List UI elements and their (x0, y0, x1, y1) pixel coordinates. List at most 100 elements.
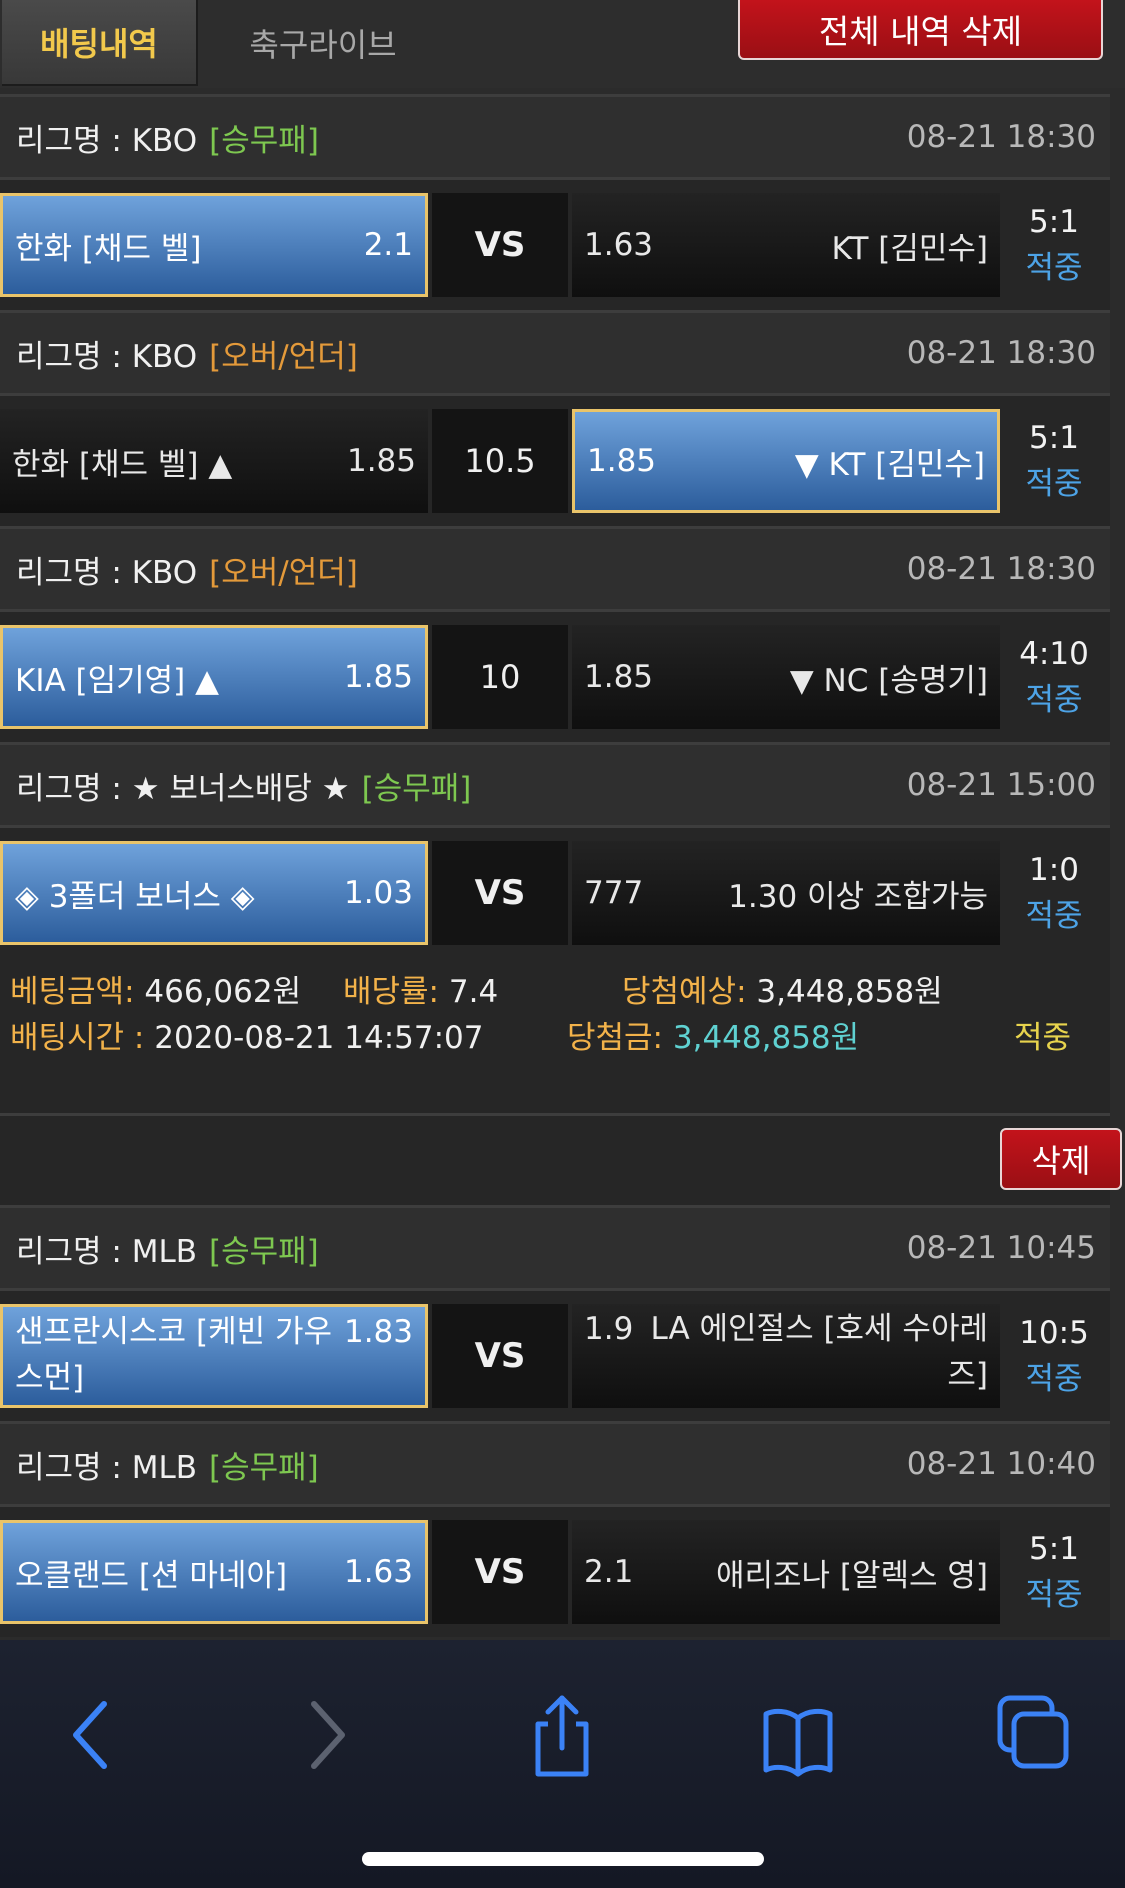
bet-summary: 베팅금액: 466,062원 배당률: 7.4 당첨예상: 3,448,858원… (0, 958, 1110, 1113)
home-team-line1: 샌프란시스코 [케빈 가우 (15, 1314, 333, 1350)
score: 5:1 (1029, 420, 1079, 456)
away-team-line2: 즈] (947, 1357, 988, 1393)
bet-type: [승무패] (209, 1449, 319, 1486)
score: 4:10 (1019, 636, 1089, 672)
result: 5:1 적중 (1000, 199, 1108, 291)
bet-amount-value: 466,062원 (144, 974, 302, 1010)
home-odds: 1.83 (343, 1314, 413, 1350)
away-pick[interactable]: 1.85 ▼ KT [김민수] (572, 409, 1000, 513)
away-team: ▼ NC [송명기] (789, 662, 988, 699)
match-row: KIA [임기영] ▲ 1.85 10 1.85 ▼ NC [송명기] 4:10… (0, 612, 1110, 742)
home-pick[interactable]: KIA [임기영] ▲ 1.85 (0, 625, 428, 729)
vs-label: VS (432, 193, 568, 297)
league-name: 리그명 : ★ 보너스배당 ★ (16, 770, 350, 807)
bookmarks-icon[interactable] (758, 1690, 838, 1780)
match-time: 08-21 15:00 (906, 767, 1096, 803)
result-status: 적중 (1025, 1577, 1083, 1613)
score: 10:5 (1019, 1315, 1089, 1351)
home-team: KIA [임기영] ▲ (15, 662, 219, 699)
match-time: 08-21 18:30 (906, 119, 1096, 155)
forward-icon[interactable] (286, 1690, 366, 1780)
top-bar: 배팅내역 축구라이브 전체 내역 삭제 (0, 0, 1125, 88)
home-pick[interactable]: 오클랜드 [션 마네아] 1.63 (0, 1520, 428, 1624)
bet-type: [승무패] (361, 770, 472, 807)
league-header: 리그명 : KBO [오버/언더] 08-21 18:30 (0, 310, 1110, 396)
away-team-line1: LA 에인절스 [호세 수아레 (650, 1311, 988, 1347)
away-pick[interactable]: 2.1 애리조나 [알렉스 영] (572, 1520, 1000, 1624)
share-icon[interactable] (522, 1690, 602, 1780)
handicap-line: 10.5 (432, 409, 568, 513)
slip-status: 적중 (1014, 1020, 1072, 1056)
bet-time: 배팅시간 : 2020-08-21 14:57:07 (10, 1012, 484, 1057)
browser-toolbar (0, 1640, 1125, 1888)
league-name: 리그명 : MLB (16, 1233, 197, 1270)
tab-soccer-live[interactable]: 축구라이브 (218, 0, 428, 86)
home-pick[interactable]: ◈ 3폴더 보너스 ◈ 1.03 (0, 841, 428, 945)
home-pick[interactable]: 샌프란시스코 [케빈 가우 스먼] 1.83 (0, 1304, 428, 1408)
away-pick[interactable]: 1.9 LA 에인절스 [호세 수아레 즈] (572, 1304, 1000, 1408)
win-value: 3,448,858원 (672, 1020, 860, 1056)
expected-value: 3,448,858원 (756, 974, 943, 1010)
league-header: 리그명 : MLB [승무패] 08-21 10:40 (0, 1421, 1110, 1507)
delete-row: 삭제 (0, 1113, 1122, 1205)
expected-win: 당첨예상: 3,448,858원 (622, 966, 943, 1011)
bet-amount-label: 베팅금액: (10, 974, 135, 1010)
result: 5:1 적중 (1000, 1526, 1108, 1618)
delete-button[interactable]: 삭제 (1000, 1128, 1122, 1190)
rate-label: 배당률: (343, 974, 440, 1010)
away-pick[interactable]: 777 1.30 이상 조합가능 (572, 841, 1000, 945)
tab-betting-history[interactable]: 배팅내역 (2, 0, 198, 86)
home-team: 한화 [채드 벨] ▲ (12, 446, 233, 483)
away-odds: 1.63 (584, 227, 654, 263)
score: 5:1 (1029, 204, 1079, 240)
odds-rate: 배당률: 7.4 (343, 966, 498, 1011)
bet-time-label: 배팅시간 : (10, 1020, 145, 1056)
home-odds: 1.85 (346, 443, 416, 479)
home-team-line2: 스먼] (15, 1360, 85, 1396)
match-row: 오클랜드 [션 마네아] 1.63 VS 2.1 애리조나 [알렉스 영] 5:… (0, 1507, 1110, 1637)
league-header: 리그명 : KBO [오버/언더] 08-21 18:30 (0, 526, 1110, 612)
match-time: 08-21 18:30 (906, 551, 1096, 587)
score: 1:0 (1029, 852, 1079, 888)
vs-label: VS (432, 1304, 568, 1408)
vs-label: VS (432, 841, 568, 945)
result: 4:10 적중 (1000, 631, 1108, 723)
league-header: 리그명 : MLB [승무패] 08-21 10:45 (0, 1205, 1110, 1291)
win-label: 당첨금: (567, 1020, 664, 1056)
home-team: ◈ 3폴더 보너스 ◈ (15, 878, 255, 915)
result-status: 적중 (1025, 250, 1083, 286)
bet-type: [오버/언더] (209, 554, 358, 591)
back-icon[interactable] (52, 1690, 132, 1780)
handicap-line: 10 (432, 625, 568, 729)
away-odds: 2.1 (584, 1554, 634, 1590)
result-status: 적중 (1025, 466, 1083, 502)
home-odds: 1.85 (343, 659, 413, 695)
home-pick[interactable]: 한화 [채드 벨] 2.1 (0, 193, 428, 297)
away-team: LA 에인절스 [호세 수아레 즈] (650, 1306, 988, 1398)
result: 1:0 적중 (1000, 847, 1108, 939)
delete-all-button[interactable]: 전체 내역 삭제 (738, 0, 1103, 60)
league-name: 리그명 : KBO (16, 338, 198, 375)
match-row: 샌프란시스코 [케빈 가우 스먼] 1.83 VS 1.9 LA 에인절스 [호… (0, 1291, 1110, 1421)
home-odds: 2.1 (363, 227, 413, 263)
expected-label: 당첨예상: (622, 974, 747, 1010)
home-team: 샌프란시스코 [케빈 가우 스먼] (15, 1309, 332, 1401)
home-odds: 1.63 (343, 1554, 413, 1590)
tabs-icon[interactable] (994, 1690, 1074, 1780)
result-status: 적중 (1025, 682, 1083, 718)
match-time: 08-21 18:30 (906, 335, 1096, 371)
match-row: 한화 [채드 벨] ▲ 1.85 10.5 1.85 ▼ KT [김민수] 5:… (0, 396, 1110, 526)
home-indicator[interactable] (362, 1852, 764, 1866)
league-name: 리그명 : KBO (16, 122, 198, 159)
rate-value: 7.4 (448, 974, 499, 1010)
bet-time-value: 2020-08-21 14:57:07 (154, 1020, 484, 1056)
away-team: 1.30 이상 조합가능 (728, 878, 988, 915)
away-odds: 1.85 (584, 659, 654, 695)
home-pick[interactable]: 한화 [채드 벨] ▲ 1.85 (0, 409, 428, 513)
bet-type: [승무패] (209, 1233, 319, 1270)
result: 10:5 적중 (1000, 1310, 1108, 1402)
bet-history-list: 리그명 : KBO [승무패] 08-21 18:30 한화 [채드 벨] 2.1… (0, 94, 1122, 1637)
home-team: 오클랜드 [션 마네아] (15, 1557, 288, 1594)
away-pick[interactable]: 1.85 ▼ NC [송명기] (572, 625, 1000, 729)
away-pick[interactable]: 1.63 KT [김민수] (572, 193, 1000, 297)
